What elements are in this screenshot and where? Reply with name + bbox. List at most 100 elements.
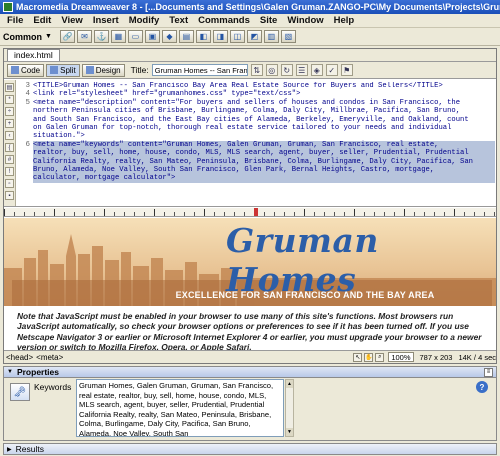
results-title: Results bbox=[15, 444, 44, 454]
code-view-pane[interactable]: ▤ * ÷ + ‹ { # ! ▫ ▪ 3 4 5 6 <TITLE>Gruma… bbox=[4, 80, 496, 207]
comment-icon[interactable]: ◨ bbox=[212, 30, 228, 43]
collapse-selection-icon[interactable]: ÷ bbox=[5, 107, 14, 116]
table-icon[interactable]: ▦ bbox=[110, 30, 126, 43]
highlight-invalid-icon[interactable]: ! bbox=[5, 167, 14, 176]
ruler-marker bbox=[254, 208, 258, 216]
zoom-tool-icon[interactable]: ⌕ bbox=[375, 352, 385, 362]
ruler-tick bbox=[104, 209, 105, 216]
ruler-tick bbox=[34, 212, 35, 216]
script-icon[interactable]: ◩ bbox=[246, 30, 262, 43]
ruler-tick bbox=[394, 212, 395, 216]
apply-comment-icon[interactable]: ▫ bbox=[5, 179, 14, 188]
insert-category-select[interactable]: Common ▼ bbox=[3, 32, 52, 42]
line-number bbox=[17, 158, 30, 166]
expand-all-icon[interactable]: + bbox=[5, 119, 14, 128]
insert-category-label: Common bbox=[3, 31, 42, 42]
menu-site[interactable]: Site bbox=[255, 15, 282, 26]
source-code[interactable]: <TITLE>Gruman Homes -- San Francisco Bay… bbox=[33, 82, 495, 191]
design-view-pane[interactable]: Gruman Homes EXCELLENCE FOR SAN FRANCISC… bbox=[4, 218, 496, 350]
menu-insert[interactable]: Insert bbox=[88, 15, 124, 26]
menu-file[interactable]: File bbox=[2, 15, 28, 26]
view-options-icon[interactable]: ☰ bbox=[295, 64, 308, 76]
tag-chooser-icon[interactable]: ▧ bbox=[280, 30, 296, 43]
design-view-button[interactable]: Design bbox=[81, 63, 125, 77]
document-tab[interactable]: index.html bbox=[7, 49, 60, 61]
split-view-label: Split bbox=[60, 65, 76, 75]
named-anchor-icon[interactable]: ⚓ bbox=[93, 30, 109, 43]
code-line-selected: calculator, mortgage calculator"> bbox=[33, 174, 495, 183]
code-line-selected: Bruno, Alameda, Noe Valley, South San Fr… bbox=[33, 165, 495, 175]
tag-selector-head[interactable]: <head> bbox=[6, 353, 33, 362]
chevron-down-icon: ▼ bbox=[45, 33, 52, 40]
ruler-tick bbox=[414, 212, 415, 216]
file-management-icon[interactable]: ⇅ bbox=[250, 64, 263, 76]
split-view-button[interactable]: Split bbox=[46, 63, 80, 77]
select-parent-tag-icon[interactable]: ‹ bbox=[5, 131, 14, 140]
check-browser-icon[interactable]: ⚑ bbox=[340, 64, 353, 76]
open-documents-icon[interactable]: ▤ bbox=[5, 83, 14, 92]
ruler-tick bbox=[94, 212, 95, 216]
keywords-scrollbar[interactable]: ▲ ▼ bbox=[285, 379, 294, 437]
validate-markup-icon[interactable]: ✓ bbox=[325, 64, 338, 76]
server-side-include-icon[interactable]: ◧ bbox=[195, 30, 211, 43]
keywords-textarea[interactable]: Gruman Homes, Galen Gruman, Gruman, San … bbox=[76, 379, 284, 437]
collapse-tag-icon[interactable]: * bbox=[5, 95, 14, 104]
line-number: 3 bbox=[25, 82, 30, 90]
design-ruler bbox=[4, 208, 496, 217]
refresh-icon[interactable]: ↻ bbox=[280, 64, 293, 76]
date-icon[interactable]: ▤ bbox=[178, 30, 194, 43]
split-view-icon bbox=[50, 66, 59, 74]
hyperlink-icon[interactable]: 🔗 bbox=[59, 30, 75, 43]
line-numbers: 3 4 5 6 bbox=[17, 82, 30, 191]
insert-bar: Common ▼ 🔗 ✉ ⚓ ▦ ▭ ▣ ◆ ▤ ◧ ◨ ◫ ◩ ▥ ▧ bbox=[0, 28, 500, 46]
code-line: <TITLE>Gruman Homes -- San Francisco Bay… bbox=[33, 82, 443, 90]
ruler-tick bbox=[484, 212, 485, 216]
visual-aids-icon[interactable]: ◈ bbox=[310, 64, 323, 76]
results-panel-header[interactable]: ▶ Results bbox=[3, 443, 497, 455]
help-icon[interactable]: ? bbox=[476, 381, 488, 393]
window-size[interactable]: 787 x 203 bbox=[420, 353, 453, 362]
preview-browser-icon[interactable]: ◎ bbox=[265, 64, 278, 76]
line-numbers-icon[interactable]: # bbox=[5, 155, 14, 164]
ruler-tick bbox=[4, 209, 5, 216]
menu-commands[interactable]: Commands bbox=[193, 15, 255, 26]
code-line: <link rel="stylesheet" href="grumanhomes… bbox=[33, 90, 301, 99]
code-line-selected: California Realty, realty, San Mateo, Pe… bbox=[33, 157, 495, 166]
scroll-up-icon[interactable]: ▲ bbox=[286, 380, 293, 388]
image-icon[interactable]: ▣ bbox=[144, 30, 160, 43]
select-tool-icon[interactable]: ↖ bbox=[353, 352, 363, 362]
menu-text[interactable]: Text bbox=[164, 15, 193, 26]
properties-panel-header[interactable]: ▼ Properties ≡ bbox=[4, 367, 496, 378]
code-view-button[interactable]: Code bbox=[7, 63, 45, 77]
ruler-tick bbox=[194, 212, 195, 216]
ruler-tick bbox=[304, 209, 305, 216]
menu-view[interactable]: View bbox=[56, 15, 87, 26]
scroll-down-icon[interactable]: ▼ bbox=[286, 428, 293, 436]
layer-icon[interactable]: ▭ bbox=[127, 30, 143, 43]
zoom-select[interactable]: 100% bbox=[388, 352, 414, 362]
menu-edit[interactable]: Edit bbox=[28, 15, 56, 26]
ruler-tick bbox=[244, 212, 245, 216]
email-link-icon[interactable]: ✉ bbox=[76, 30, 92, 43]
templates-icon[interactable]: ▥ bbox=[263, 30, 279, 43]
media-icon[interactable]: ◆ bbox=[161, 30, 177, 43]
properties-panel: ▼ Properties ≡ 🗝 Keywords Gruman Homes, … bbox=[3, 366, 497, 441]
panel-menu-icon[interactable]: ≡ bbox=[484, 367, 493, 377]
menu-modify[interactable]: Modify bbox=[124, 15, 165, 26]
menu-window[interactable]: Window bbox=[282, 15, 328, 26]
ruler-tick bbox=[474, 212, 475, 216]
menu-help[interactable]: Help bbox=[329, 15, 360, 26]
page-title-input[interactable]: Gruman Homes -- San Francisco Bay Area bbox=[151, 64, 248, 76]
ruler-tick bbox=[154, 209, 155, 216]
hand-tool-icon[interactable]: ✋ bbox=[364, 352, 374, 362]
balance-braces-icon[interactable]: { bbox=[5, 143, 14, 152]
remove-comment-icon[interactable]: ▪ bbox=[5, 191, 14, 200]
design-view-label: Design bbox=[95, 65, 121, 75]
tag-selector-meta[interactable]: <meta> bbox=[36, 353, 63, 362]
line-number bbox=[17, 116, 30, 124]
line-number bbox=[17, 132, 30, 140]
document-tabs: index.html bbox=[4, 49, 496, 62]
document-window: index.html Code Split Design Title: Grum… bbox=[3, 48, 497, 364]
head-icon[interactable]: ◫ bbox=[229, 30, 245, 43]
